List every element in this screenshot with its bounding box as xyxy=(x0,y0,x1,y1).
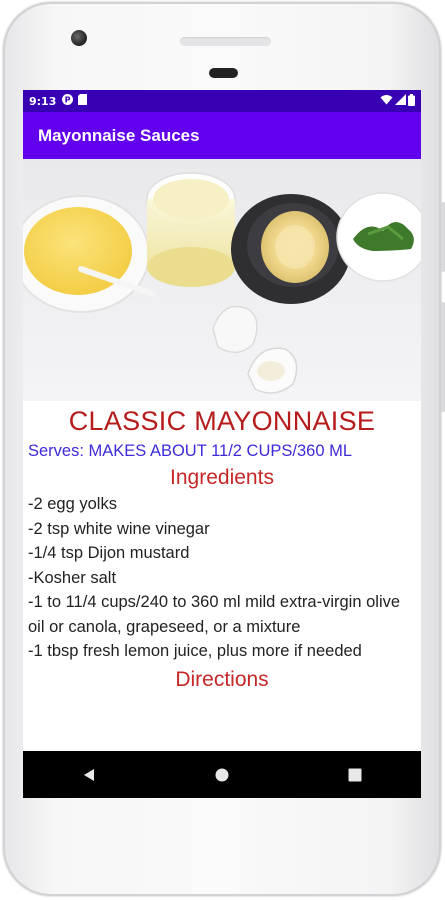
status-bar: 9:13 P xyxy=(23,90,421,112)
ingredient-item: -1 to 11/4 cups/240 to 360 ml mild extra… xyxy=(28,593,401,636)
ingredient-item: -1/4 tsp Dijon mustard xyxy=(28,544,190,562)
app-bar: Mayonnaise Sauces xyxy=(23,112,421,159)
ingredients-list: -2 egg yolks -2 tsp white wine vinegar -… xyxy=(28,492,416,664)
screen: 9:13 P Mayonnaise Sauces CLASSIC MAYONNA… xyxy=(23,90,421,798)
home-circle-icon xyxy=(215,768,229,781)
earpiece xyxy=(209,68,238,78)
wifi-icon xyxy=(380,94,393,108)
navigation-bar xyxy=(23,751,421,798)
mayonnaise-photo xyxy=(23,159,421,401)
ingredient-item: -Kosher salt xyxy=(28,568,117,587)
signal-icon xyxy=(395,94,406,108)
recipe-title: CLASSIC MAYONNAISE xyxy=(68,406,376,436)
recents-button[interactable] xyxy=(335,755,375,795)
ingredients-heading: Ingredients xyxy=(170,466,274,489)
power-button xyxy=(441,202,445,272)
serves-text: Serves: MAKES ABOUT 11/2 CUPS/360 ML xyxy=(28,442,353,460)
battery-icon xyxy=(408,93,415,109)
sd-card-icon xyxy=(78,94,88,108)
ingredient-item: -2 tsp white wine vinegar xyxy=(28,519,210,538)
recents-square-icon xyxy=(348,768,362,781)
back-button[interactable] xyxy=(69,755,109,795)
notification-p-icon: P xyxy=(62,94,74,108)
app-title: Mayonnaise Sauces xyxy=(38,125,200,145)
status-time: 9:13 xyxy=(29,94,57,108)
front-camera xyxy=(71,30,87,46)
home-button[interactable] xyxy=(202,755,242,795)
speaker-grille xyxy=(180,37,271,46)
directions-heading: Directions xyxy=(175,667,269,691)
recipe-content: CLASSIC MAYONNAISE Serves: MAKES ABOUT 1… xyxy=(23,405,421,694)
volume-button xyxy=(441,302,445,412)
ingredient-item: -1 tbsp fresh lemon juice, plus more if … xyxy=(28,642,362,660)
ingredient-item: -2 egg yolks xyxy=(28,495,117,513)
back-triangle-icon xyxy=(84,768,95,781)
svg-text:P: P xyxy=(65,96,71,105)
